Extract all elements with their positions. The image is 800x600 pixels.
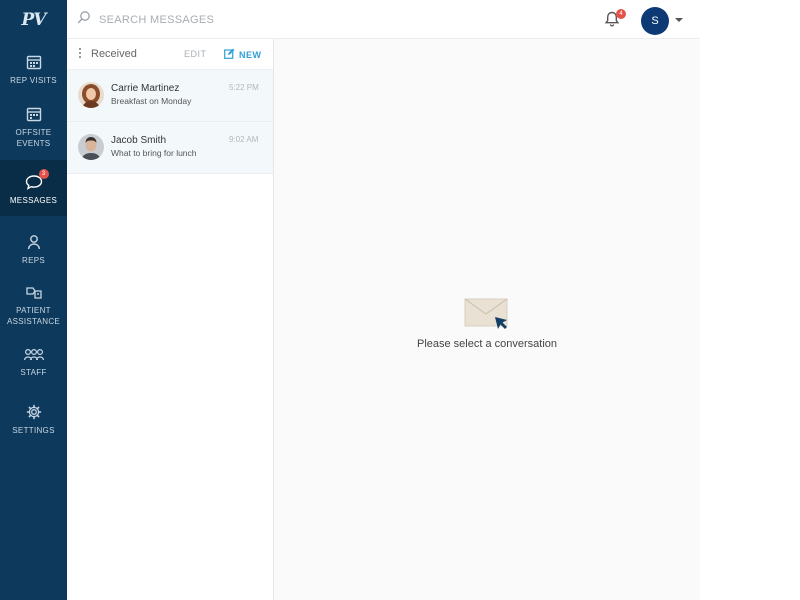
sidebar-item-patient-assistance[interactable]: PATIENT ASSISTANCE	[0, 278, 67, 330]
search-input[interactable]	[97, 12, 321, 27]
messages-badge: 3	[38, 169, 49, 179]
envelope-icon	[464, 297, 510, 331]
conversation-preview: What to bring for lunch	[111, 148, 197, 158]
group-icon	[23, 344, 45, 364]
compose-icon	[224, 48, 235, 61]
conversation-time: 9:02 AM	[229, 135, 259, 144]
sidebar-item-label: REPS	[22, 256, 45, 265]
conversation-name: Jacob Smith	[111, 135, 167, 146]
empty-state-text: Please select a conversation	[416, 338, 558, 350]
message-list-panel: Received EDIT NEW Carrie Martinez Breakf…	[67, 39, 274, 600]
edit-button[interactable]: EDIT	[184, 49, 207, 59]
notifications-badge: 4	[616, 9, 626, 19]
sidebar-item-label: PATIENT ASSISTANCE	[6, 306, 61, 326]
logo[interactable]: PV	[0, 0, 67, 40]
sidebar-item-rep-visits[interactable]: REP VISITS	[0, 44, 67, 96]
sidebar-item-reps[interactable]: REPS	[0, 226, 67, 270]
new-message-button[interactable]: NEW	[224, 48, 262, 61]
sidebar-item-label: STAFF	[20, 368, 47, 377]
assistance-icon	[23, 282, 45, 302]
conversation-panel: Please select a conversation	[274, 39, 700, 600]
conversation-name: Carrie Martinez	[111, 83, 180, 94]
chat-bubble-icon: 3	[23, 169, 49, 192]
calendar-icon	[23, 104, 45, 124]
list-item[interactable]: Jacob Smith What to bring for lunch 9:02…	[67, 122, 273, 174]
avatar	[78, 134, 104, 160]
sidebar: PV REP VISITS OFFSITE EVENTS 3 MESSAGES	[0, 0, 67, 600]
app-window: PV REP VISITS OFFSITE EVENTS 3 MESSAGES	[0, 0, 700, 600]
search-icon	[77, 10, 91, 29]
sidebar-item-label: REP VISITS	[10, 76, 57, 85]
calendar-icon	[23, 52, 45, 72]
search-box	[77, 10, 321, 29]
avatar	[78, 82, 104, 108]
sidebar-item-staff[interactable]: STAFF	[0, 340, 67, 380]
sidebar-item-messages[interactable]: 3 MESSAGES	[0, 160, 67, 216]
conversation-time: 5:22 PM	[229, 83, 259, 92]
person-icon	[23, 232, 45, 252]
sidebar-item-settings[interactable]: SETTINGS	[0, 398, 67, 440]
conversation-preview: Breakfast on Monday	[111, 96, 192, 106]
logo-text: PV	[21, 10, 47, 30]
filter-received[interactable]: Received	[91, 48, 137, 60]
sidebar-item-label: MESSAGES	[9, 196, 58, 205]
sidebar-item-label: SETTINGS	[12, 426, 55, 435]
more-options-icon[interactable]	[79, 48, 82, 60]
new-label: NEW	[239, 49, 262, 60]
chevron-down-icon[interactable]	[675, 18, 683, 22]
sidebar-item-offsite-events[interactable]: OFFSITE EVENTS	[0, 98, 67, 158]
notifications-button[interactable]: 4	[603, 9, 626, 28]
message-list-header: Received EDIT NEW	[67, 39, 273, 70]
gear-icon	[23, 402, 45, 422]
user-avatar[interactable]: S	[641, 7, 669, 35]
list-item[interactable]: Carrie Martinez Breakfast on Monday 5:22…	[67, 70, 273, 122]
top-bar: 4 S	[67, 0, 700, 39]
sidebar-item-label: OFFSITE EVENTS	[15, 128, 52, 148]
